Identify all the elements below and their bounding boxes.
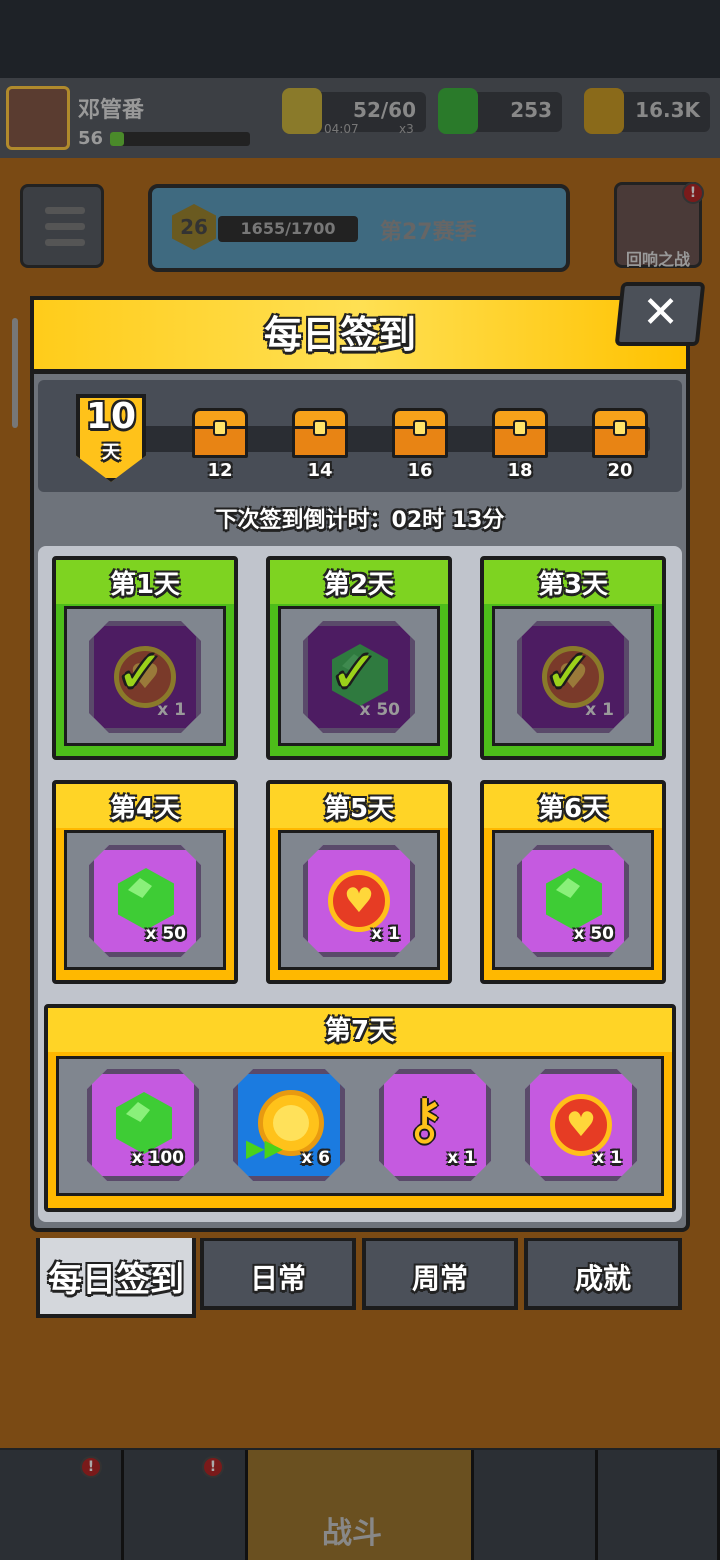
tab-label: 成就 bbox=[574, 1262, 631, 1295]
reward-tile: x 1 bbox=[525, 1069, 637, 1181]
reward-qty: x 1 bbox=[157, 700, 186, 720]
gem-icon bbox=[546, 868, 602, 930]
chest-icon[interactable] bbox=[492, 408, 548, 458]
close-icon: ✕ bbox=[641, 287, 679, 338]
tab-daily-checkin[interactable]: 每日签到 bbox=[36, 1238, 196, 1318]
reward-qty: x 1 bbox=[585, 700, 614, 720]
nav-events[interactable] bbox=[474, 1450, 598, 1560]
player-level: 56 bbox=[78, 128, 104, 149]
reward-qty: x 6 bbox=[301, 1148, 330, 1168]
reward-qty: x 100 bbox=[131, 1148, 184, 1168]
season-label: 第27赛季 bbox=[380, 220, 477, 245]
chest-milestone-label: 14 bbox=[307, 460, 333, 481]
chest-milestone-label: 20 bbox=[607, 460, 633, 481]
chest-icon[interactable] bbox=[392, 408, 448, 458]
day-card-2[interactable]: 第2天 ✓ x 50 bbox=[266, 556, 452, 760]
energy-timer: 04:07 bbox=[324, 122, 359, 136]
energy-multiplier: x3 bbox=[399, 122, 414, 136]
checkmark-icon: ✓ bbox=[330, 638, 379, 706]
chest-icon[interactable] bbox=[292, 408, 348, 458]
tab-weekly[interactable]: 周常 bbox=[362, 1238, 518, 1310]
player-name: 邓管番 bbox=[78, 98, 145, 123]
reward-tile: x 1 bbox=[303, 845, 415, 957]
streak-days: 10 bbox=[85, 396, 137, 437]
day-label: 第3天 bbox=[537, 570, 609, 600]
reward-qty: x 1 bbox=[371, 924, 400, 944]
nav-shop[interactable] bbox=[0, 1450, 124, 1560]
chest-milestone-label: 16 bbox=[407, 460, 433, 481]
player-avatar[interactable] bbox=[6, 86, 70, 150]
reward-tile: x 100 bbox=[87, 1069, 199, 1181]
menu-button[interactable] bbox=[20, 184, 104, 268]
chest-milestone-label: 18 bbox=[507, 460, 533, 481]
gem-icon bbox=[438, 88, 478, 134]
coin-icon bbox=[584, 88, 624, 134]
day-card-1[interactable]: 第1天 ✓ x 1 bbox=[52, 556, 238, 760]
tab-label: 每日签到 bbox=[48, 1260, 184, 1300]
reward-qty: x 50 bbox=[359, 700, 400, 720]
heart-coin-icon bbox=[550, 1094, 612, 1156]
coins-counter[interactable]: 16.3K bbox=[584, 88, 710, 134]
day-label: 第1天 bbox=[109, 570, 181, 600]
heroes-badge: ! bbox=[202, 1456, 224, 1478]
reward-tile: ⚷ x 1 bbox=[379, 1069, 491, 1181]
echo-battle-label: 回响之战 bbox=[625, 250, 690, 269]
reward-qty: x 1 bbox=[447, 1148, 476, 1168]
tab-achievements[interactable]: 成就 bbox=[524, 1238, 682, 1310]
day-label: 第7天 bbox=[324, 1016, 396, 1046]
close-button[interactable]: ✕ bbox=[614, 282, 706, 346]
player-xp-bar bbox=[110, 132, 250, 146]
gem-icon bbox=[118, 868, 174, 930]
heart-coin-icon bbox=[328, 870, 390, 932]
dialog-title: 每日签到 bbox=[263, 313, 416, 357]
echo-battle-badge: ! bbox=[682, 182, 704, 204]
reward-tile: x 50 bbox=[517, 845, 629, 957]
scrollbar[interactable] bbox=[12, 318, 18, 428]
nav-heroes[interactable] bbox=[124, 1450, 248, 1560]
reward-tile: ▶▶ x 6 bbox=[233, 1069, 345, 1181]
day-label: 第6天 bbox=[537, 794, 609, 824]
reward-tile: ✓ x 1 bbox=[89, 621, 201, 733]
coins-value: 16.3K bbox=[635, 98, 700, 122]
reward-qty: x 50 bbox=[145, 924, 186, 944]
reward-qty: x 1 bbox=[593, 1148, 622, 1168]
day7-rewards: x 100 ▶▶ x 6 ⚷ x 1 x 1 bbox=[56, 1056, 664, 1196]
day-card-3[interactable]: 第3天 ✓ x 1 bbox=[480, 556, 666, 760]
gems-counter[interactable]: 253 bbox=[438, 88, 562, 134]
checkin-countdown: 下次签到倒计时：02时 13分 bbox=[215, 508, 505, 533]
energy-value: 52/60 bbox=[353, 98, 416, 122]
tab-label: 周常 bbox=[411, 1262, 468, 1295]
reward-tile: x 50 bbox=[89, 845, 201, 957]
day-label: 第4天 bbox=[109, 794, 181, 824]
day-label: 第5天 bbox=[323, 794, 395, 824]
tab-daily-tasks[interactable]: 日常 bbox=[200, 1238, 356, 1310]
streak-unit: 天 bbox=[102, 442, 120, 463]
shop-badge: ! bbox=[80, 1456, 102, 1478]
day-card-4[interactable]: 第4天 x 50 bbox=[52, 780, 238, 984]
chest-icon[interactable] bbox=[592, 408, 648, 458]
checkmark-icon: ✓ bbox=[544, 638, 593, 706]
chest-milestone-label: 12 bbox=[207, 460, 233, 481]
season-progress: 1655/1700 bbox=[218, 216, 358, 242]
status-bar bbox=[0, 0, 720, 78]
day-label: 第2天 bbox=[323, 570, 395, 600]
reward-qty: x 50 bbox=[573, 924, 614, 944]
gems-value: 253 bbox=[510, 98, 552, 122]
tab-label: 日常 bbox=[249, 1262, 306, 1295]
chest-icon[interactable] bbox=[192, 408, 248, 458]
key-icon: ⚷ bbox=[404, 1087, 446, 1152]
checkmark-icon: ✓ bbox=[116, 638, 165, 706]
day-card-5[interactable]: 第5天 x 1 bbox=[266, 780, 452, 984]
reward-tile: ✓ x 50 bbox=[303, 621, 415, 733]
gem-icon bbox=[116, 1092, 172, 1154]
day-card-6[interactable]: 第6天 x 50 bbox=[480, 780, 666, 984]
energy-icon bbox=[282, 88, 322, 134]
nav-cards[interactable] bbox=[598, 1450, 720, 1560]
nav-battle-label: 战斗 bbox=[322, 1516, 382, 1551]
reward-tile: ✓ x 1 bbox=[517, 621, 629, 733]
